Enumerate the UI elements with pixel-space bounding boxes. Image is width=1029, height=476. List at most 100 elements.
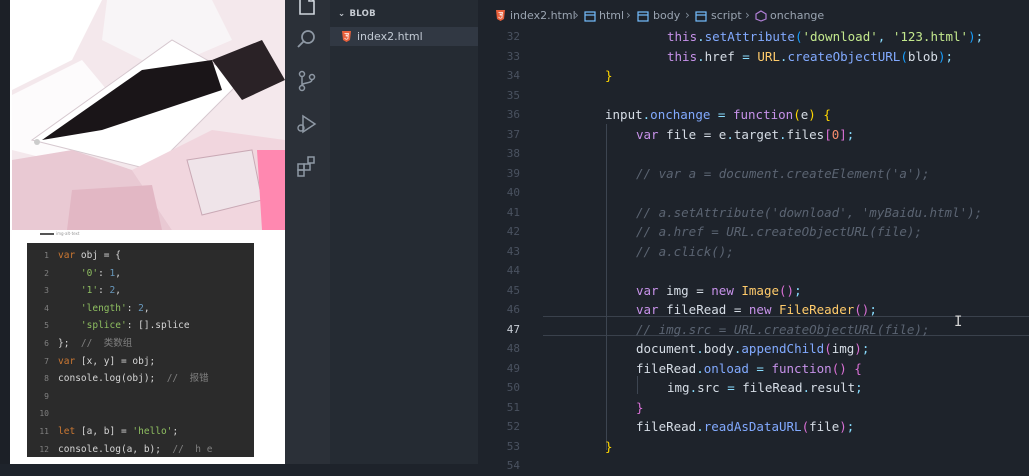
code-token: createObjectURL [787,48,901,64]
code-token: ( [801,419,810,434]
code-token: // img.src = URL.createObjectURL(file); [636,321,930,337]
code-token: FileReader [779,302,855,317]
code-lines: this.setAttribute('download', '123.html'… [0,0,1029,464]
code-line: // a.href = URL.createObjectURL(file); [636,222,922,242]
code-token: { [823,107,831,122]
code-line: // var a = document.createElement('a'); [636,164,930,184]
code-token: img = [658,282,712,298]
code-token: img [667,380,690,395]
code-token: } [636,399,644,415]
code-token: ; [861,341,870,356]
code-token: function [732,107,794,122]
code-token: document [636,341,697,356]
code-token: files [786,126,825,142]
code-line: var img = new Image(); [636,281,802,301]
code-token: . [697,29,705,44]
code-token: var [636,282,659,298]
code-token: onchange [650,107,711,122]
code-token: var [636,302,659,317]
code-token: ( [854,302,862,317]
code-token: ) [854,341,862,356]
code-token: appendChild [741,341,825,356]
code-token: . [696,360,704,376]
code-token: // var a = document.createElement('a'); [636,165,930,181]
code-token: ) [968,29,976,44]
code-token: target [733,126,780,142]
code-token: . [802,380,811,395]
code-token: ; [869,302,877,317]
code-token: ; [846,419,855,434]
code-line: var fileRead = new FileReader(); [636,300,877,320]
code-token: ; [855,380,863,395]
code-token: ) [937,48,946,64]
code-token: [ [824,126,832,142]
code-token: ; [794,282,802,298]
code-token: ; [945,48,954,64]
code-token: fileRead = [658,302,749,317]
code-line: // img.src = URL.createObjectURL(file); [636,320,930,340]
code-token: file [809,419,840,434]
code-line: fileRead.onload = function() { [636,359,862,379]
code-line: } [605,437,613,457]
code-token: img [831,341,855,356]
code-token: new [711,282,734,298]
code-token: URL [757,48,780,64]
code-token: // a.href = URL.createObjectURL(file); [636,224,922,239]
code-token: input [605,107,643,122]
code-token: = [748,360,772,376]
code-token: { [854,360,862,376]
code-token: fileRead [636,360,697,376]
code-line: // a.click(); [636,242,734,262]
code-token: blob [907,48,938,64]
code-line: this.href = URL.createObjectURL(blob); [667,47,953,67]
code-token: // a.setAttribute('download', 'myBaidu.h… [636,204,983,220]
code-token: Image [741,282,780,298]
code-token: readAsDataURL [703,419,802,434]
code-token: ; [975,29,984,44]
code-line: // a.setAttribute('download', 'myBaidu.h… [636,203,982,223]
code-line: this.setAttribute('download', '123.html'… [667,27,983,47]
code-token: body [703,341,734,356]
code-token: , [877,29,893,44]
code-token: ( [900,48,908,64]
code-token: ( [824,341,832,356]
code-token: '123.html' [892,29,969,44]
code-line: var file = e.target.files[0]; [636,125,854,145]
code-token: function [771,360,832,376]
code-token: . [779,126,787,142]
code-token: . [726,126,734,142]
code-token: } [605,438,613,454]
code-token: href [704,48,735,64]
code-token: ; [846,126,855,142]
code-line: input.onchange = function(e) { [605,105,831,125]
code-token: ) [808,107,816,122]
code-token: var [636,126,659,142]
code-token: result [810,380,856,395]
code-line: img.src = fileRead.result; [667,378,863,398]
code-token: file = [658,126,719,142]
code-token: = [719,380,743,395]
code-token: } [605,68,613,83]
code-token: . [696,419,704,434]
code-token: ( [793,107,801,122]
code-token: new [748,302,772,317]
code-token: ] [839,126,847,142]
code-token: ) [839,360,847,376]
code-line: } [636,398,644,418]
code-token: . [696,341,704,356]
code-token: fileRead [742,380,803,395]
code-token: // a.click(); [636,243,734,259]
code-token: fileRead [636,419,697,434]
code-token: this [667,29,698,44]
mouse-text-cursor: I [954,314,963,330]
code-token: . [697,48,705,64]
code-token: ) [839,419,847,434]
code-line: document.body.appendChild(img); [636,339,869,359]
code-token: onload [703,360,749,376]
code-line: } [605,66,613,86]
code-token: ) [786,282,795,298]
code-line: fileRead.readAsDataURL(file); [636,417,854,437]
code-token: src [697,380,720,395]
code-token: setAttribute [704,29,795,44]
